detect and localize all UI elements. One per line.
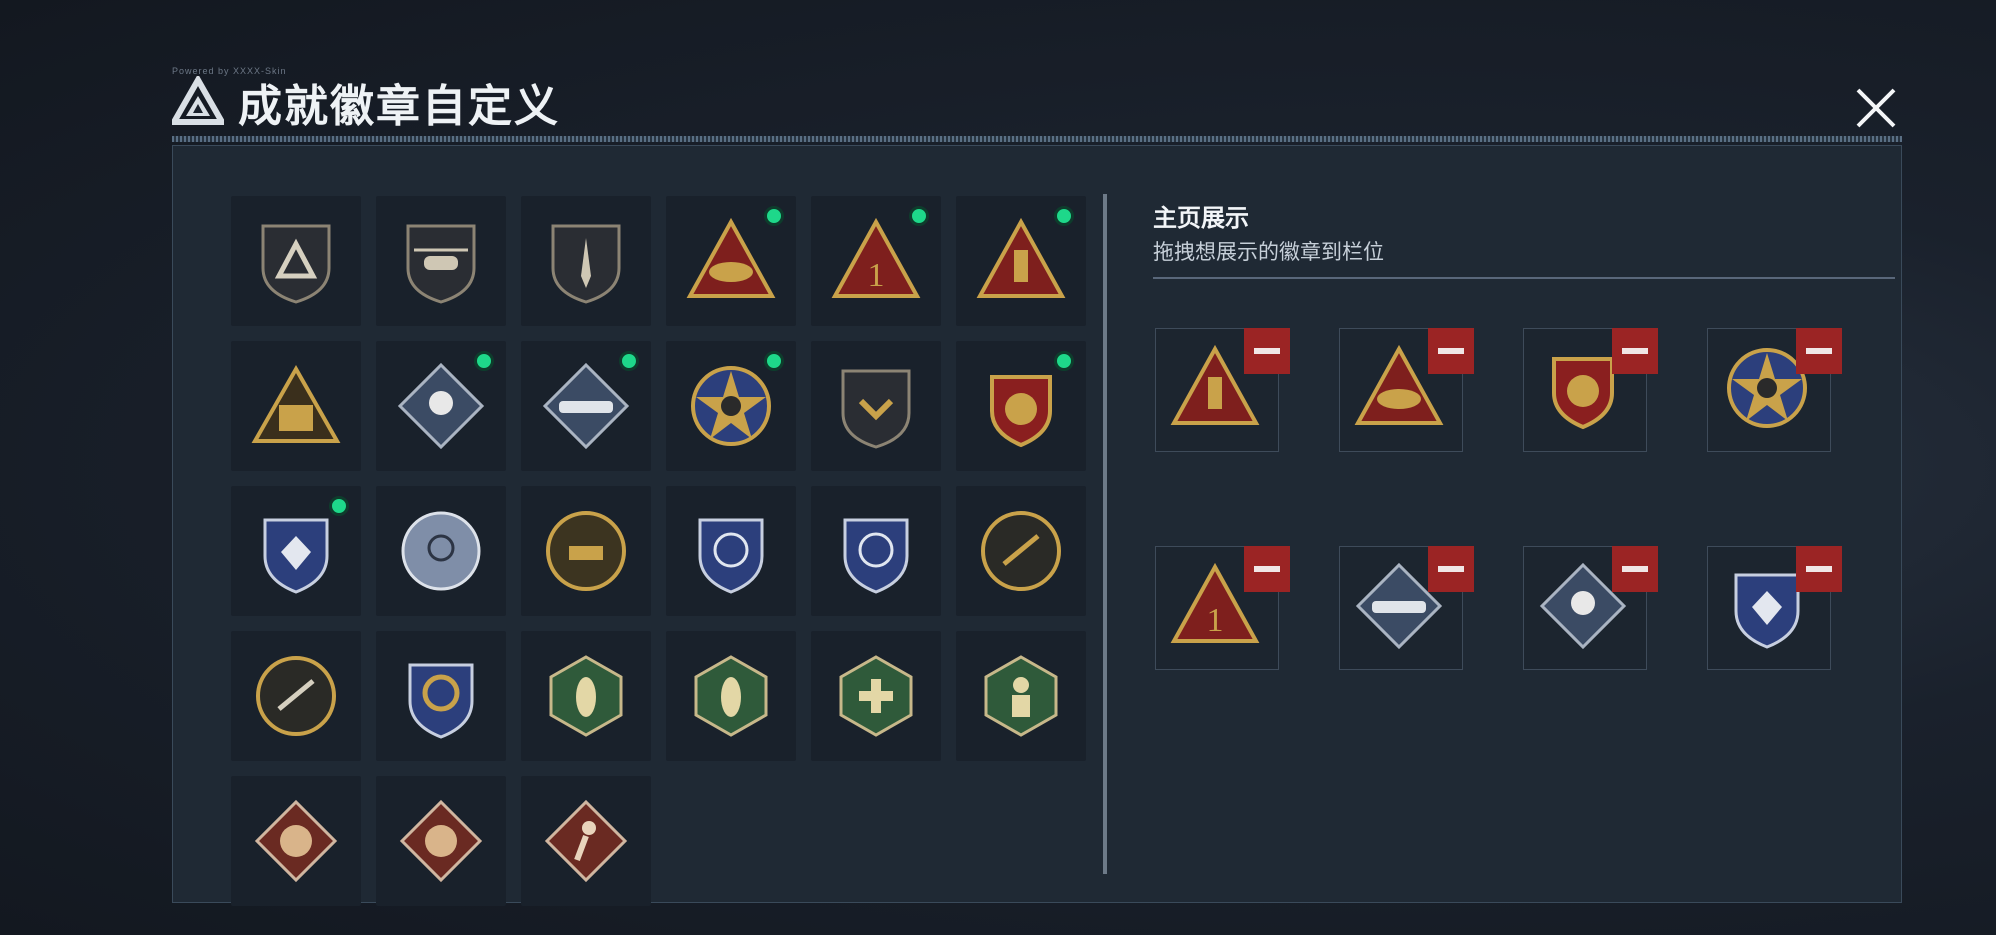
badge-cell[interactable] (521, 196, 651, 326)
crosshair-cloud-badge-icon (401, 511, 481, 591)
new-indicator-dot (619, 351, 639, 371)
showcase-slot[interactable] (1155, 328, 1290, 452)
new-indicator-dot (909, 206, 929, 226)
winged-shield-badge-icon (990, 375, 1052, 448)
new-indicator-dot (474, 351, 494, 371)
showcase-slot[interactable] (1707, 546, 1842, 670)
close-icon[interactable] (1848, 80, 1904, 136)
dagger-shield-badge-icon (551, 224, 621, 304)
badge-cell[interactable] (956, 486, 1086, 616)
diamond-shield-badge-icon (263, 518, 329, 594)
dragon-2-badge-icon (399, 799, 483, 883)
helicopter-badge-icon (406, 224, 476, 304)
badge-cell[interactable] (956, 196, 1086, 326)
hornet-badge-icon (549, 655, 623, 737)
badge-cell[interactable] (521, 486, 651, 616)
eggs-nest-badge-icon (686, 217, 776, 298)
svg-text:1: 1 (868, 257, 885, 294)
rose-badge-icon (397, 362, 485, 450)
new-indicator-dot (764, 206, 784, 226)
star-skull-badge-icon (691, 366, 771, 446)
remove-badge-button[interactable] (1612, 328, 1658, 374)
badge-cell[interactable] (376, 196, 506, 326)
new-indicator-dot (1054, 206, 1074, 226)
scrollbar-divider[interactable] (1103, 194, 1107, 874)
gold-crosshair-crest-badge-icon (408, 663, 474, 739)
showcase-slot[interactable] (1523, 546, 1658, 670)
remove-badge-button[interactable] (1428, 546, 1474, 592)
showcase-divider (1153, 277, 1895, 279)
badge-cell[interactable] (376, 631, 506, 761)
triangle-logo-badge-icon (261, 224, 331, 304)
badge-cell[interactable] (811, 631, 941, 761)
badge-cell[interactable] (811, 486, 941, 616)
badge-cell[interactable] (956, 631, 1086, 761)
rifle-circle-badge-icon (981, 511, 1061, 591)
badge-cell[interactable] (956, 341, 1086, 471)
badge-panel: 1 主页展示 拖拽想展示的徽章到栏位 1 (172, 145, 1902, 906)
badge-cell[interactable] (376, 341, 506, 471)
badge-cell[interactable] (521, 631, 651, 761)
rifle-crosshair-shield-2-badge-icon (843, 518, 909, 594)
squad-silhouette-badge-icon (251, 364, 341, 443)
medic-cross-badge-icon (839, 655, 913, 737)
showcase-slot[interactable] (1523, 328, 1658, 452)
badge-cell[interactable] (666, 486, 796, 616)
new-indicator-dot (764, 351, 784, 371)
dialog-header: 成就徽章自定义 (172, 72, 560, 132)
hornet-2-badge-icon (694, 655, 768, 737)
badge-cell[interactable] (376, 776, 506, 906)
badge-cell[interactable] (521, 341, 651, 471)
soldier-hex-badge-icon (984, 655, 1058, 737)
new-indicator-dot (1054, 351, 1074, 371)
badge-cell[interactable] (231, 196, 361, 326)
badge-cell[interactable]: 1 (811, 196, 941, 326)
badge-cell[interactable] (231, 486, 361, 616)
usb-drive-badge-icon (976, 217, 1066, 298)
number-one-badge-icon: 1 (831, 217, 921, 298)
header-divider (172, 136, 1902, 142)
badge-cell[interactable] (666, 631, 796, 761)
runner-badge-icon (544, 799, 628, 883)
remove-badge-button[interactable] (1796, 546, 1842, 592)
badge-cell[interactable] (521, 776, 651, 906)
badge-cell[interactable] (811, 341, 941, 471)
triangle-logo-icon (172, 76, 224, 125)
badge-cell[interactable] (666, 341, 796, 471)
showcase-slot[interactable]: 1 (1155, 546, 1290, 670)
dragon-badge-icon (254, 799, 338, 883)
showcase-title: 主页展示 (1153, 204, 1249, 232)
showcase-slot[interactable] (1339, 546, 1474, 670)
badge-cell[interactable] (666, 196, 796, 326)
sniper-circle-badge-icon (256, 656, 336, 736)
tank-sunburst-badge-icon (546, 511, 626, 591)
badge-cell[interactable] (231, 631, 361, 761)
remove-badge-button[interactable] (1428, 328, 1474, 374)
badge-cell[interactable] (376, 486, 506, 616)
svg-text:1: 1 (1207, 602, 1224, 639)
showcase-subtitle: 拖拽想展示的徽章到栏位 (1153, 240, 1384, 264)
showcase-slot[interactable] (1339, 328, 1474, 452)
badge-cell[interactable] (231, 776, 361, 906)
remove-badge-button[interactable] (1244, 328, 1290, 374)
dialog-title: 成就徽章自定义 (238, 81, 560, 132)
remove-badge-button[interactable] (1244, 546, 1290, 592)
rifle-crosshair-shield-badge-icon (698, 518, 764, 594)
chevron-shield-badge-icon (841, 369, 911, 449)
showcase-slot[interactable] (1707, 328, 1842, 452)
badge-cell[interactable] (231, 341, 361, 471)
remove-badge-button[interactable] (1612, 546, 1658, 592)
remove-badge-button[interactable] (1796, 328, 1842, 374)
new-indicator-dot (329, 496, 349, 516)
rocket-launcher-badge-icon (542, 362, 630, 450)
